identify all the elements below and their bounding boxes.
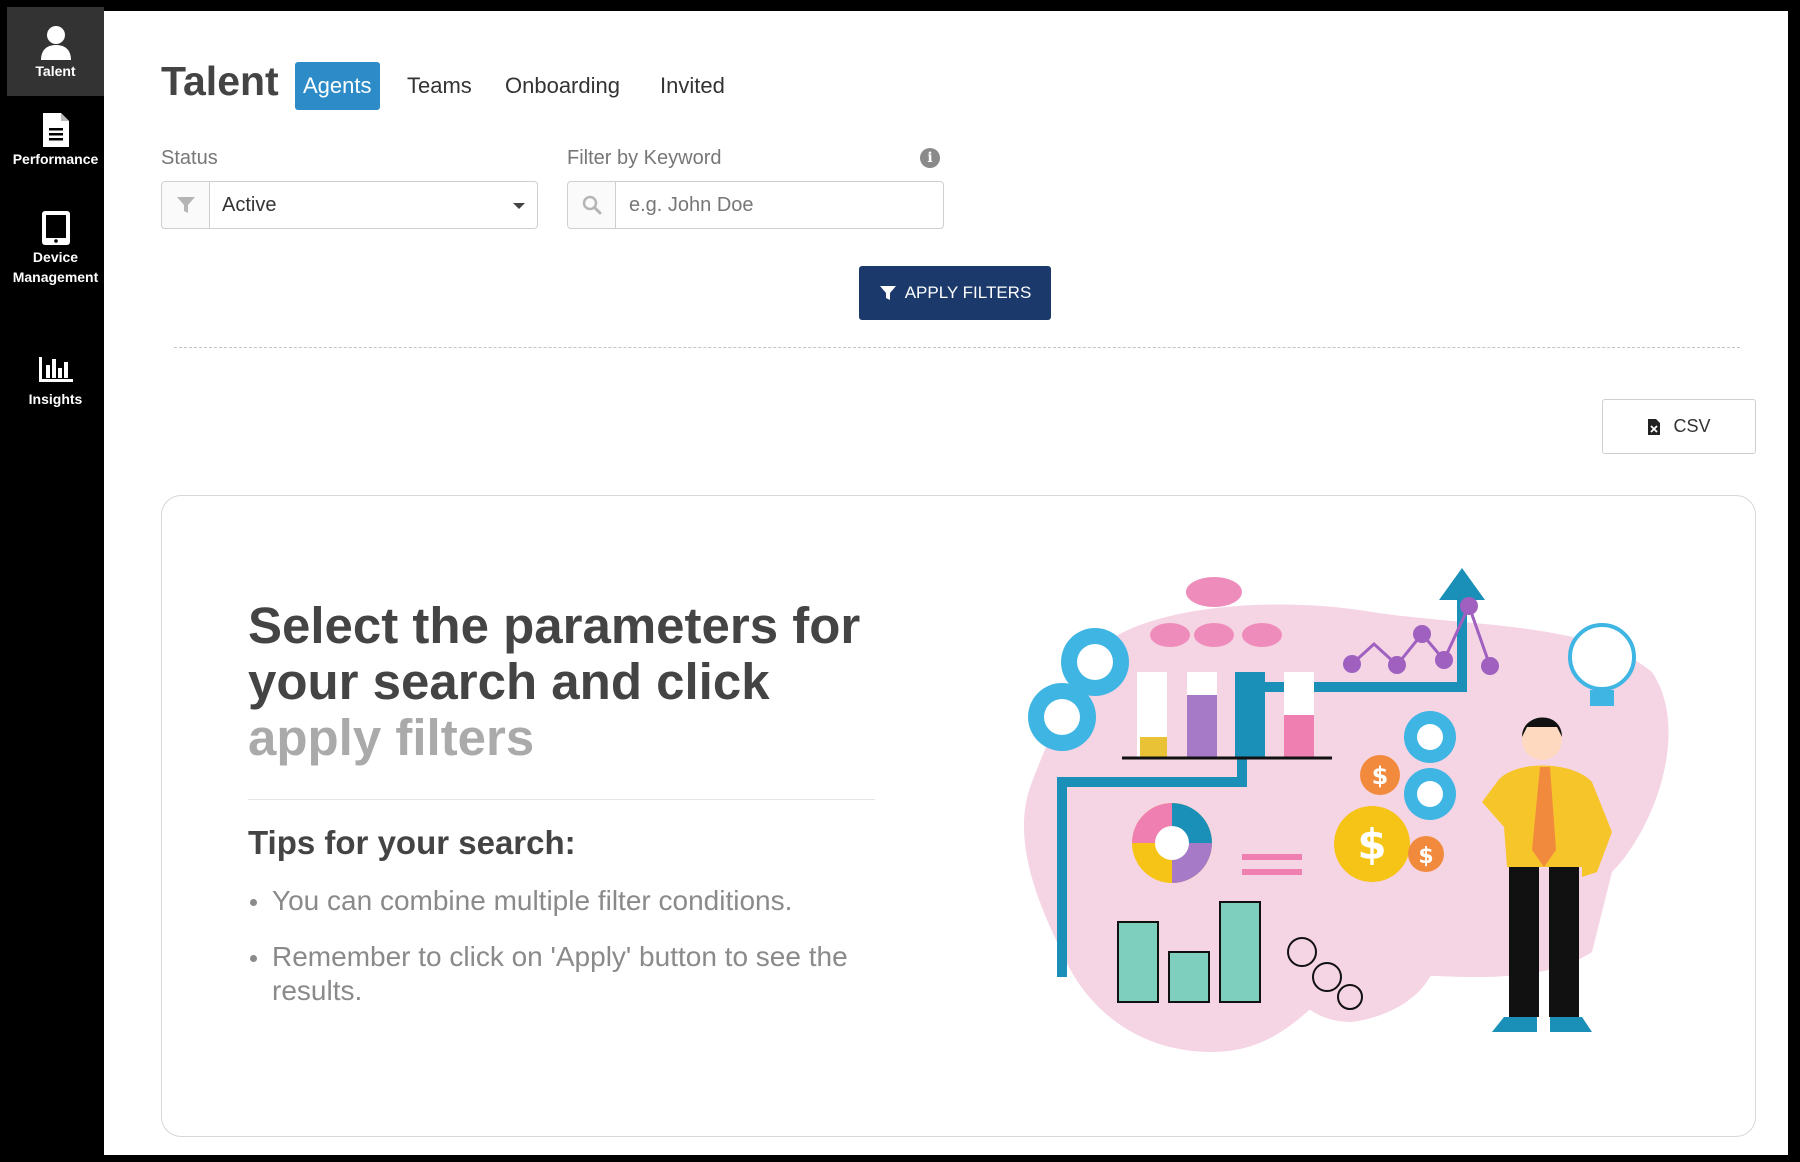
csv-label: CSV — [1673, 416, 1711, 436]
bar-chart-icon — [38, 357, 73, 382]
page-title: Talent — [161, 58, 279, 104]
status-addon — [162, 182, 210, 228]
sidebar: Talent Performance Device Management Ins… — [7, 7, 104, 1155]
tab-invited[interactable]: Invited — [652, 62, 733, 110]
info-icon[interactable]: i — [920, 148, 940, 168]
sidebar-item-label: Device Management — [12, 249, 99, 285]
status-select-value: Active — [222, 194, 277, 216]
tablet-icon — [41, 211, 70, 245]
empty-state-card: Select the parameters for your search an… — [161, 495, 1756, 1137]
user-icon — [40, 26, 71, 60]
main-content: Talent Agents Teams Onboarding Invited S… — [104, 11, 1788, 1155]
status-select[interactable]: Active — [161, 181, 538, 229]
empty-state-headline: Select the parameters for your search an… — [248, 598, 888, 766]
svg-text:$: $ — [1357, 820, 1386, 869]
sidebar-item-insights[interactable]: Insights — [7, 355, 104, 421]
tip-item: Remember to click on 'Apply' button to s… — [250, 940, 902, 1008]
sidebar-item-label: Talent — [35, 63, 76, 79]
filter-icon — [177, 197, 195, 213]
keyword-field — [567, 181, 944, 229]
headline-main: Select the parameters for your search an… — [248, 597, 861, 710]
status-label: Status — [161, 147, 218, 169]
search-icon — [582, 195, 602, 215]
section-divider — [174, 347, 1740, 348]
apply-filters-button[interactable]: APPLY FILTERS — [859, 266, 1051, 320]
sidebar-item-talent[interactable]: Talent — [7, 7, 104, 96]
headline-muted: apply filters — [248, 709, 535, 766]
keyword-label: Filter by Keyword — [567, 147, 722, 169]
analytics-illustration: $ $ $ — [1023, 568, 1669, 1052]
tab-onboarding[interactable]: Onboarding — [497, 62, 628, 110]
sidebar-item-label: Insights — [28, 391, 83, 407]
document-icon — [42, 113, 69, 147]
excel-file-icon — [1648, 418, 1661, 435]
tab-teams[interactable]: Teams — [399, 62, 480, 110]
svg-text:$: $ — [1372, 762, 1389, 790]
filter-icon — [879, 286, 896, 300]
tip-item: You can combine multiple filter conditio… — [250, 884, 902, 918]
app-frame: Talent Performance Device Management Ins… — [0, 0, 1800, 1162]
csv-export-button[interactable]: CSV — [1602, 399, 1756, 454]
keyword-addon — [568, 182, 616, 228]
card-divider — [248, 799, 875, 800]
chevron-down-icon — [513, 203, 525, 209]
apply-filters-label: APPLY FILTERS — [904, 283, 1032, 302]
svg-text:$: $ — [1418, 844, 1433, 869]
tab-agents[interactable]: Agents — [295, 62, 380, 110]
tips-list: You can combine multiple filter conditio… — [250, 884, 902, 1030]
sidebar-item-label: Performance — [12, 151, 99, 167]
sidebar-item-performance[interactable]: Performance — [7, 111, 104, 191]
tips-title: Tips for your search: — [248, 824, 576, 861]
keyword-input[interactable] — [617, 182, 943, 228]
sidebar-item-device-management[interactable]: Device Management — [7, 209, 104, 309]
